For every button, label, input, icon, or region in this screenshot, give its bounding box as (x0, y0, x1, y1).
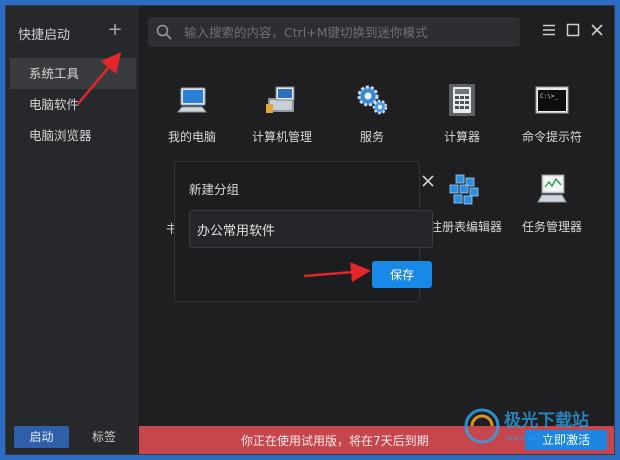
tile-my-computer[interactable]: 我的电脑 (147, 82, 237, 145)
registry-icon (449, 174, 479, 205)
tile-services[interactable]: 服务 (327, 82, 417, 145)
app-window: 快捷启动 + 系统工具 电脑软件 电脑浏览器 启动 标签 输入搜索的内容，Ctr… (5, 5, 615, 455)
tile-label: 命令提示符 (521, 130, 582, 144)
sidebar: 快捷启动 + 系统工具 电脑软件 电脑浏览器 启动 标签 (6, 6, 138, 454)
launch-tab-button[interactable]: 启动 (14, 426, 69, 448)
sidebar-item-system-tools[interactable]: 系统工具 (10, 58, 136, 89)
calculator-icon (449, 84, 475, 116)
tile-label: 服务 (359, 130, 384, 144)
search-icon (156, 24, 172, 40)
terminal-icon: C:\>_ (535, 86, 569, 114)
search-input[interactable] (184, 17, 514, 47)
svg-text:C:\>_: C:\>_ (540, 93, 558, 100)
close-icon[interactable] (588, 21, 606, 39)
search-bar (148, 17, 520, 47)
tile-computer-management[interactable]: 计算机管理 (237, 82, 327, 145)
tile-task-manager[interactable]: 任务管理器 (507, 172, 597, 235)
gears-icon (357, 85, 388, 115)
add-group-button[interactable]: + (106, 18, 124, 42)
trial-message: 你正在使用试用版，将在7天后到期 (241, 434, 429, 448)
sidebar-item-pc-software[interactable]: 电脑软件 (10, 89, 136, 120)
computer-icon (176, 87, 208, 113)
watermark-logo: 极光下载站 www.xz7.com (464, 408, 589, 444)
tile-label: 我的电脑 (167, 130, 216, 144)
close-icon[interactable] (421, 174, 435, 188)
group-name-input[interactable] (189, 210, 433, 248)
save-button[interactable]: 保存 (372, 261, 432, 288)
maximize-icon[interactable] (564, 21, 582, 39)
tile-label: 任务管理器 (521, 220, 582, 234)
svg-text:www.xz7.com: www.xz7.com (506, 433, 561, 442)
sidebar-footer: 启动 标签 (14, 426, 132, 448)
tile-label: 计算机管理 (251, 130, 312, 144)
svg-text:极光下载站: 极光下载站 (504, 410, 589, 431)
sidebar-list: 系统工具 电脑软件 电脑浏览器 (10, 58, 136, 151)
sidebar-header: 快捷启动 (18, 28, 71, 43)
new-group-dialog: 新建分组 保存 (174, 161, 434, 302)
dialog-title: 新建分组 (189, 182, 240, 197)
tile-calculator[interactable]: 计算器 (417, 82, 507, 145)
tags-tab-button[interactable]: 标签 (84, 426, 124, 448)
menu-icon[interactable] (540, 21, 558, 39)
tile-label: 计算器 (443, 130, 480, 144)
tile-command-prompt[interactable]: C:\>_ 命令提示符 (507, 82, 597, 145)
task-manager-icon (537, 174, 567, 203)
sidebar-item-browsers[interactable]: 电脑浏览器 (10, 120, 136, 151)
computer-management-icon (266, 86, 295, 113)
